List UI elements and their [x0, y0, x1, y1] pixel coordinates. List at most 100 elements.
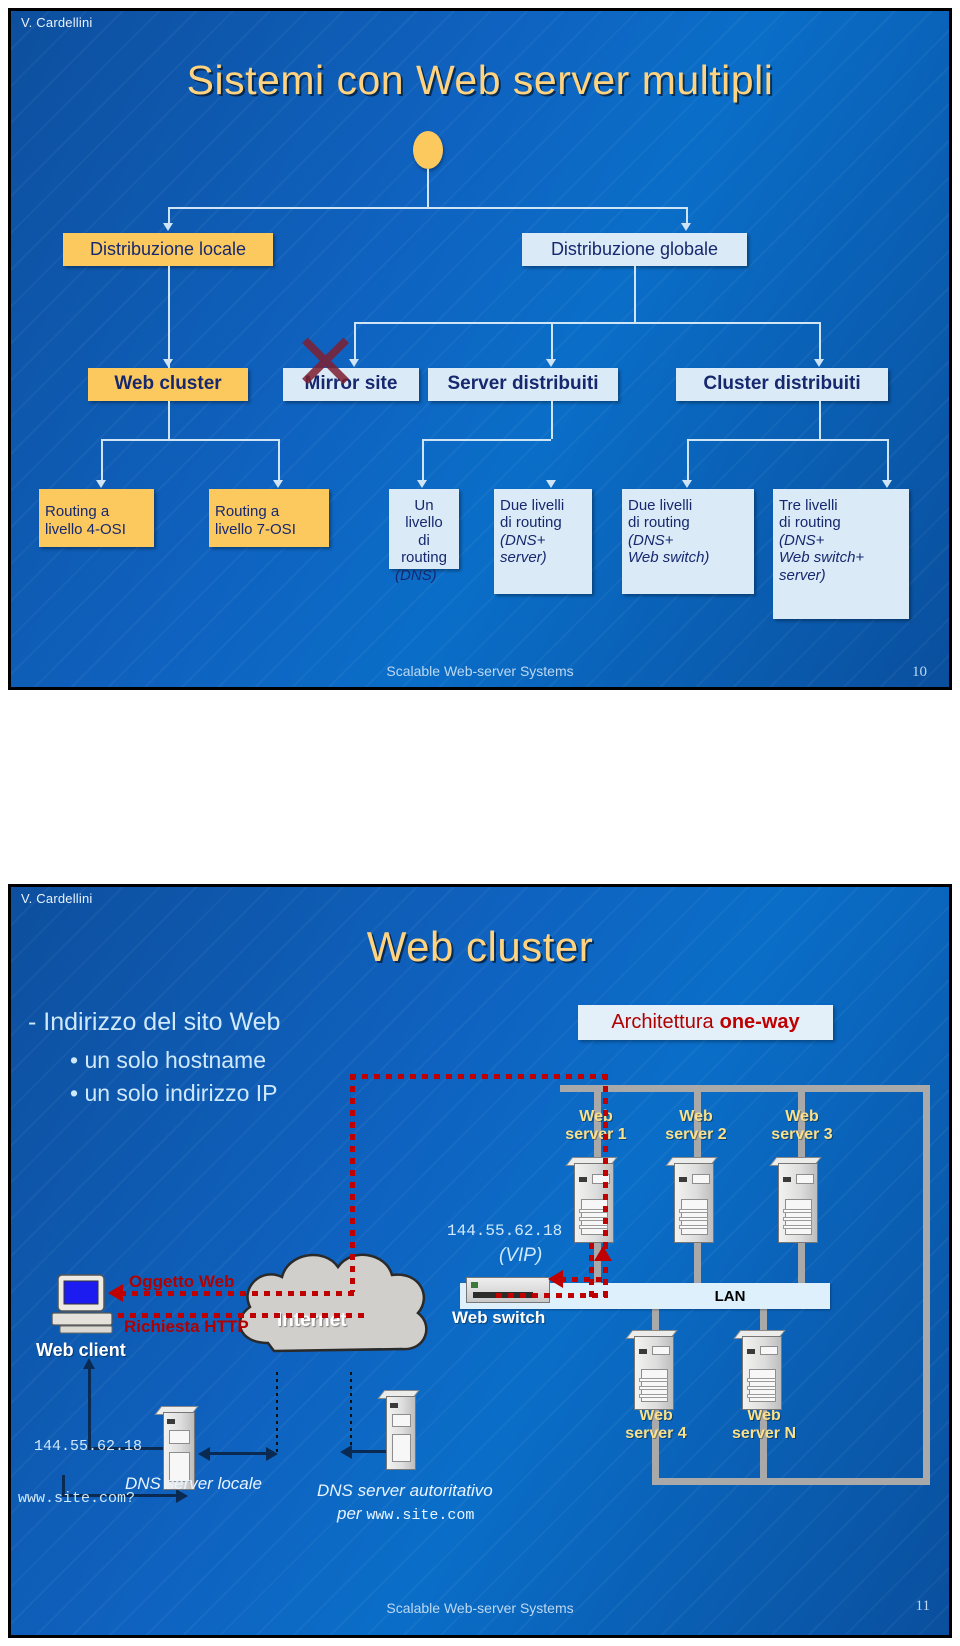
architettura-label: Architettura [611, 1011, 714, 1033]
dns-local-arrow-left [198, 1447, 210, 1461]
server-tower-3 [769, 1157, 822, 1243]
label-web-server-4: Web server 4 [620, 1407, 692, 1444]
tree-line-sd-bar [422, 439, 551, 441]
tree-line-root-down [427, 169, 429, 207]
dns-local-label: DNS server locale [125, 1474, 262, 1493]
node-web-cluster[interactable]: Web cluster [88, 368, 248, 401]
one-way-emphasis: one-way [719, 1011, 800, 1033]
lan-bus-top [560, 1085, 930, 1092]
slide1-title: Sistemi con Web server multipli [186, 57, 774, 103]
lan-bus-right [923, 1085, 930, 1485]
node-line-5: server) [779, 566, 826, 584]
tree-line-l2-c [819, 322, 821, 359]
slide2-footer: Scalable Web-server Systems [386, 1600, 574, 1616]
node-line-1: Due livelli [628, 497, 693, 514]
node-un-livello-dns[interactable]: Un livello di routing (DNS) [389, 489, 459, 584]
mirror-site-cross-icon: ✕ [292, 318, 360, 407]
tree-line-level2-bar [354, 322, 819, 324]
node-line-2: livello 4-OSI [45, 520, 126, 538]
redpath-left-v [350, 1074, 355, 1292]
node-line-1: Routing a [45, 503, 110, 521]
slide2-page-number: 11 [915, 1598, 930, 1614]
tree-line-cd-a [687, 439, 689, 480]
dns-query-name-text: www.site.com? [18, 1490, 136, 1507]
tree-arrow-duelivelli1 [546, 480, 556, 488]
tree-line-cd-bar [687, 439, 887, 441]
label-line-1: Web [679, 1108, 713, 1125]
node-distribuzione-locale[interactable]: Distribuzione locale [63, 233, 273, 266]
dns-auth-label-line1: DNS server autoritativo [317, 1481, 493, 1500]
dns-auth-per: per [337, 1504, 362, 1523]
node-due-livelli-dns-webswitch[interactable]: Due livelli di routing (DNS+ Web switch) [622, 489, 754, 594]
tree-arrow-webcluster [163, 359, 173, 367]
node-label: Distribuzione globale [550, 239, 719, 260]
architettura-one-way-box: Architettura one-way [578, 1005, 833, 1040]
node-label: Web cluster [114, 373, 222, 395]
tree-arrow-trelivelli [882, 480, 892, 488]
tree-line-l2-b [551, 322, 553, 359]
dns-auth-server-icon [377, 1390, 420, 1470]
tree-root-node [413, 131, 443, 169]
bullet-un-solo-indirizzo-ip: • un solo indirizzo IP [70, 1080, 278, 1106]
web-switch-device [466, 1277, 550, 1303]
tree-arrow-l1-right [681, 223, 691, 231]
node-line-2: di routing [401, 531, 447, 567]
slide1-page-number: 10 [912, 664, 927, 680]
node-line-1: Routing a [215, 503, 280, 521]
tree-line-cd-b [887, 439, 889, 480]
tree-arrow-r4osi [96, 480, 106, 488]
dns-local-internet-line [208, 1452, 268, 1455]
server-tower-4 [625, 1330, 678, 1410]
bullet-indirizzo-sito-web: - Indirizzo del sito Web [28, 1008, 281, 1036]
vip-note-text: (VIP) [499, 1245, 543, 1266]
tree-line-level1-bar [168, 207, 687, 209]
node-line-3: (DNS+ [500, 531, 546, 549]
slide1-footer: Scalable Web-server Systems [386, 663, 574, 679]
node-line-1: Due livelli [500, 497, 565, 514]
node-label: Cluster distribuiti [703, 373, 861, 395]
label-web-server-2: Web server 2 [660, 1108, 732, 1145]
tree-arrow-l1-left [163, 223, 173, 231]
node-line-3: (DNS+ [628, 531, 674, 549]
label-web-server-1: Web server 1 [560, 1108, 632, 1145]
slides-page: V. Cardellini Sistemi con Web server mul… [0, 0, 960, 1646]
slide2-author: V. Cardellini [21, 891, 93, 906]
node-server-distribuiti[interactable]: Server distribuiti [428, 368, 618, 401]
dns-auth-arrow-left [340, 1445, 352, 1459]
tree-arrow-unlivello [417, 480, 427, 488]
internet-cloud-icon [228, 1233, 438, 1378]
node-cluster-distribuiti[interactable]: Cluster distribuiti [676, 368, 888, 401]
tree-line-sd-a [422, 439, 424, 480]
bullet-un-solo-hostname: • un solo hostname [70, 1047, 267, 1073]
label-line-2: server 4 [625, 1425, 687, 1443]
node-routing-7osi[interactable]: Routing a livello 7-OSI [209, 489, 329, 547]
node-line-4: server) [500, 549, 547, 567]
tree-line-sd-down [551, 401, 553, 439]
redpath-top-h [350, 1074, 608, 1079]
tree-line-wc-down [168, 401, 170, 439]
label-line-2: server 1 [565, 1126, 627, 1144]
dns-auth-internet-line [350, 1450, 390, 1453]
label-line-1: Web [579, 1108, 613, 1125]
slide2-title: Web cluster [366, 923, 594, 970]
web-switch-label: Web switch [452, 1308, 546, 1327]
node-label: Server distribuiti [447, 373, 599, 395]
label-web-server-3: Web server 3 [766, 1108, 838, 1145]
node-line-1: Tre livelli [779, 497, 838, 514]
tree-line-wc-a [101, 439, 103, 480]
dns-auth-internet-dotted [350, 1372, 352, 1450]
slide-1: V. Cardellini Sistemi con Web server mul… [8, 8, 952, 690]
node-due-livelli-dns-server[interactable]: Due livelli di routing (DNS+ server) [494, 489, 592, 594]
node-label: Distribuzione locale [89, 239, 247, 260]
node-line-3: (DNS+ [779, 531, 825, 549]
node-tre-livelli-dns-webswitch-server[interactable]: Tre livelli di routing (DNS+ Web switch+… [773, 489, 909, 619]
label-oggetto-web: Oggetto Web [129, 1272, 235, 1291]
dns-query-ip-text: 144.55.62.18 [34, 1438, 143, 1455]
node-routing-4osi[interactable]: Routing a livello 4-OSI [39, 489, 154, 547]
redpath-switch-return-h [560, 1277, 608, 1282]
dns-auth-host: www.site.com [366, 1507, 475, 1524]
node-distribuzione-globale[interactable]: Distribuzione globale [522, 233, 747, 266]
web-client-label: Web client [36, 1340, 126, 1360]
label-line-2: server 2 [665, 1126, 727, 1144]
node-line-4: Web switch+ [779, 549, 865, 567]
